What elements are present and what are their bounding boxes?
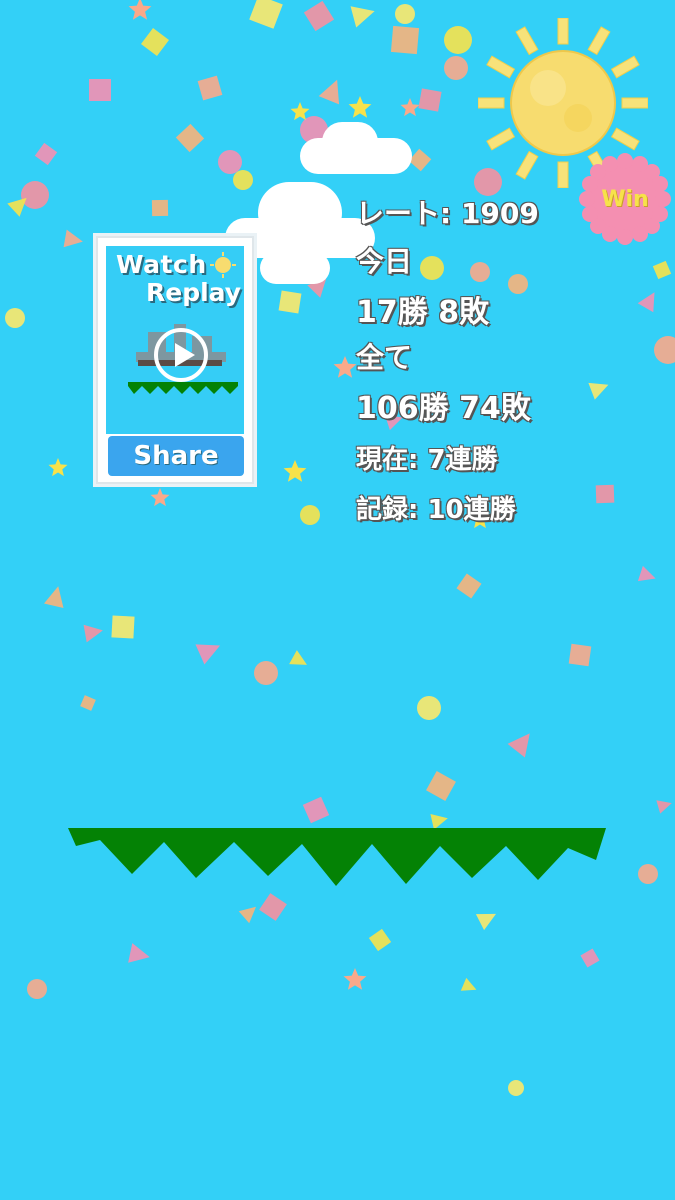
today-record: 17勝 8敗 <box>356 295 490 330</box>
confetti-star <box>333 356 357 378</box>
all-heading: 全て <box>356 341 413 374</box>
confetti-piece <box>470 262 490 282</box>
confetti-piece <box>368 928 392 952</box>
confetti-piece <box>233 170 253 190</box>
confetti-piece <box>417 696 441 720</box>
confetti-piece <box>444 26 472 54</box>
confetti-piece <box>140 27 170 57</box>
confetti-star <box>150 488 170 507</box>
confetti-piece <box>249 0 283 29</box>
confetti-piece <box>195 644 221 665</box>
confetti-piece <box>656 800 672 814</box>
confetti-piece <box>21 181 49 209</box>
confetti-piece <box>318 79 340 105</box>
current-streak: 現在: 7連勝 <box>356 445 498 475</box>
confetti-piece <box>111 615 135 639</box>
confetti-piece <box>175 123 205 153</box>
game-stage: Win Watch Replay Share レート: 1909 今日 17勝 … <box>0 0 675 1200</box>
replay-card[interactable]: Watch Replay Share <box>96 236 254 484</box>
confetti-piece <box>218 150 242 174</box>
confetti-piece <box>430 814 448 830</box>
confetti-piece <box>475 913 497 931</box>
confetti-piece <box>89 79 111 101</box>
confetti-piece <box>278 290 302 314</box>
win-badge: Win <box>578 152 672 246</box>
confetti-star <box>290 102 310 121</box>
rate-text: レート: 1909 <box>356 197 539 230</box>
confetti-piece <box>83 624 103 643</box>
confetti-piece <box>420 256 444 280</box>
confetti-piece <box>238 906 257 924</box>
confetti-piece <box>350 6 375 28</box>
sun-icon <box>210 252 236 278</box>
watch-label: Watch <box>116 250 207 279</box>
confetti-piece <box>507 733 530 758</box>
replay-label: Replay <box>146 278 242 307</box>
all-record: 106勝 74敗 <box>356 391 531 426</box>
play-icon <box>175 343 195 367</box>
confetti-piece <box>460 977 477 991</box>
confetti-piece <box>63 229 83 248</box>
confetti-piece <box>638 864 658 884</box>
today-heading: 今日 <box>356 245 413 278</box>
confetti-piece <box>197 75 223 101</box>
confetti-piece <box>302 796 330 824</box>
confetti-piece <box>652 260 672 280</box>
confetti-piece <box>34 142 58 166</box>
confetti-piece <box>508 1080 524 1096</box>
confetti-piece <box>80 695 96 711</box>
confetti-piece <box>390 25 420 55</box>
play-button[interactable] <box>154 328 208 382</box>
confetti-piece <box>289 650 307 665</box>
confetti-piece <box>580 948 600 968</box>
confetti-piece <box>654 336 675 364</box>
confetti-piece <box>568 643 592 667</box>
confetti-piece <box>418 88 442 112</box>
confetti-piece <box>637 292 655 313</box>
confetti-piece <box>637 565 656 582</box>
confetti-piece <box>151 199 169 217</box>
confetti-piece <box>395 4 415 24</box>
confetti-piece <box>254 661 278 685</box>
replay-thumbnail[interactable]: Watch Replay <box>106 246 244 434</box>
confetti-piece <box>456 573 482 599</box>
best-streak: 記録: 10連勝 <box>356 495 516 525</box>
confetti-star <box>400 98 420 117</box>
confetti-star <box>283 460 307 482</box>
confetti-piece <box>444 56 468 80</box>
confetti-piece <box>128 943 150 963</box>
confetti-piece <box>303 0 335 32</box>
confetti-piece <box>259 893 287 921</box>
confetti-piece <box>5 308 25 328</box>
confetti-piece <box>595 484 615 504</box>
win-label: Win <box>601 186 649 212</box>
confetti-piece <box>27 979 47 999</box>
confetti-piece <box>508 274 528 294</box>
confetti-star <box>128 0 152 20</box>
ground-platform <box>68 828 606 886</box>
mini-ground <box>128 382 238 394</box>
confetti-piece <box>408 148 432 172</box>
confetti-piece <box>588 382 609 400</box>
confetti-piece <box>300 505 320 525</box>
confetti-star <box>343 968 367 990</box>
confetti-star <box>348 96 372 118</box>
confetti-star <box>48 458 68 477</box>
confetti-piece <box>426 771 456 801</box>
share-button[interactable]: Share <box>108 436 244 476</box>
confetti-piece <box>44 586 64 608</box>
